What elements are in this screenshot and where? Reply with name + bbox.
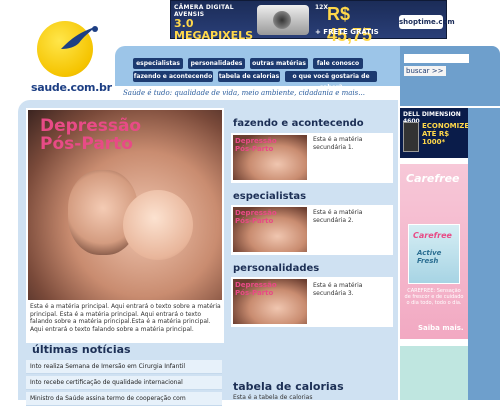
feature-title[interactable]: Depressão Pós-Parto — [40, 117, 141, 153]
news-item[interactable]: Into realiza Semana de Imersão em Cirurg… — [26, 360, 222, 374]
nav-especialistas[interactable]: especialistas — [133, 58, 183, 69]
logo-text: saude.com.br — [31, 81, 112, 94]
banner-megapixels: 3.0 MEGAPIXELS — [174, 17, 254, 42]
news-item[interactable]: Ministro da Saúde assina termo de cooper… — [26, 392, 222, 406]
thumb-title-line2: Pós-Parto — [235, 289, 274, 297]
carefree-ad[interactable]: Carefree Carefree Active Fresh CAREFREE:… — [400, 164, 468, 339]
thumb-title-line1: Depressão — [235, 209, 277, 217]
section-text: Esta é a matéria secundária 1. — [313, 136, 363, 151]
right-side-strip — [468, 108, 500, 400]
section-title[interactable]: personalidades — [233, 263, 319, 274]
nav-outras-materias[interactable]: outras matérias — [250, 58, 308, 69]
thumb-title-line2: Pós-Parto — [235, 217, 274, 225]
camera-lens — [273, 11, 291, 29]
thumb-title: Depressão Pós-Parto — [235, 137, 277, 153]
banner-shipping: + FRETE GRÁTIS — [315, 28, 379, 36]
nav-fazendo-acontecendo[interactable]: fazendo e acontecendo — [133, 71, 213, 82]
banner-left-text: CÂMERA DIGITAL AVENSIS 3.0 MEGAPIXELS R$… — [174, 4, 254, 49]
feature-text: Esta é a matéria principal. Aqui entrará… — [30, 303, 221, 333]
carefree-cta[interactable]: Saiba mais. — [418, 324, 464, 332]
nav-tabela-calorias[interactable]: tabela de calorias — [218, 71, 280, 82]
computer-icon — [403, 122, 419, 152]
carefree-copy: CAREFREE: Sensação de frescor e de cuida… — [404, 288, 464, 306]
nav-fale-conosco[interactable]: fale conosco — [313, 58, 363, 69]
feature-title-line2: Pós-Parto — [40, 134, 133, 154]
thumb-title-line1: Depressão — [235, 281, 277, 289]
carefree-package: Carefree Active Fresh — [408, 224, 460, 284]
news-item[interactable]: Into recebe certificação de qualidade in… — [26, 376, 222, 390]
banner-store-logo[interactable]: shoptime.com — [399, 15, 455, 29]
section-thumbnail[interactable]: Depressão Pós-Parto — [233, 135, 307, 180]
banner-installment-value: R$ 45,75 — [327, 4, 373, 45]
section-title[interactable]: fazendo e acontecendo — [233, 118, 364, 129]
banner-camera-model: CÂMERA DIGITAL AVENSIS — [174, 4, 234, 18]
dell-offer-line1: ECONOMIZE — [422, 122, 470, 130]
thumb-title: Depressão Pós-Parto — [235, 281, 277, 297]
pack-brand: Carefree — [413, 231, 452, 240]
section-text: Esta é a matéria secundária 3. — [313, 282, 363, 297]
nav-personalidades[interactable]: personalidades — [188, 58, 245, 69]
section-text: Esta é a matéria secundária 2. — [313, 209, 363, 224]
nav-o-que-saber[interactable]: o que você gostaria de saber? — [285, 71, 377, 91]
dell-offer-line2: ATÉ R$ 1000* — [422, 130, 450, 146]
section-title[interactable]: especialistas — [233, 191, 306, 202]
pack-sub: Active Fresh — [417, 249, 442, 265]
logo-figure-icon — [61, 26, 98, 49]
calorias-title[interactable]: tabela de calorias — [233, 380, 344, 393]
thumb-title-line2: Pós-Parto — [235, 145, 274, 153]
camera-image — [257, 5, 309, 35]
photo-baby — [123, 190, 193, 260]
thumb-title-line1: Depressão — [235, 137, 277, 145]
bottom-ad[interactable] — [400, 346, 468, 400]
news-header: últimas notícias — [32, 343, 131, 356]
search-input[interactable] — [404, 54, 469, 63]
thumb-title: Depressão Pós-Parto — [235, 209, 277, 225]
site-logo[interactable]: saude.com.br — [27, 15, 112, 105]
section-thumbnail[interactable]: Depressão Pós-Parto — [233, 207, 307, 252]
feature-title-line1: Depressão — [40, 116, 142, 136]
top-banner-ad[interactable]: CÂMERA DIGITAL AVENSIS 3.0 MEGAPIXELS R$… — [170, 0, 455, 49]
site-slogan: Saúde é tudo: qualidade de vida, meio am… — [123, 89, 365, 97]
dell-ad[interactable]: DELL DIMENSION 4600 ECONOMIZE ATÉ R$ 100… — [400, 108, 470, 158]
carefree-brand: Carefree — [406, 172, 460, 185]
section-thumbnail[interactable]: Depressão Pós-Parto — [233, 279, 307, 324]
search-button[interactable]: buscar >> — [404, 66, 446, 76]
dell-offer: ECONOMIZE ATÉ R$ 1000* — [422, 122, 470, 146]
